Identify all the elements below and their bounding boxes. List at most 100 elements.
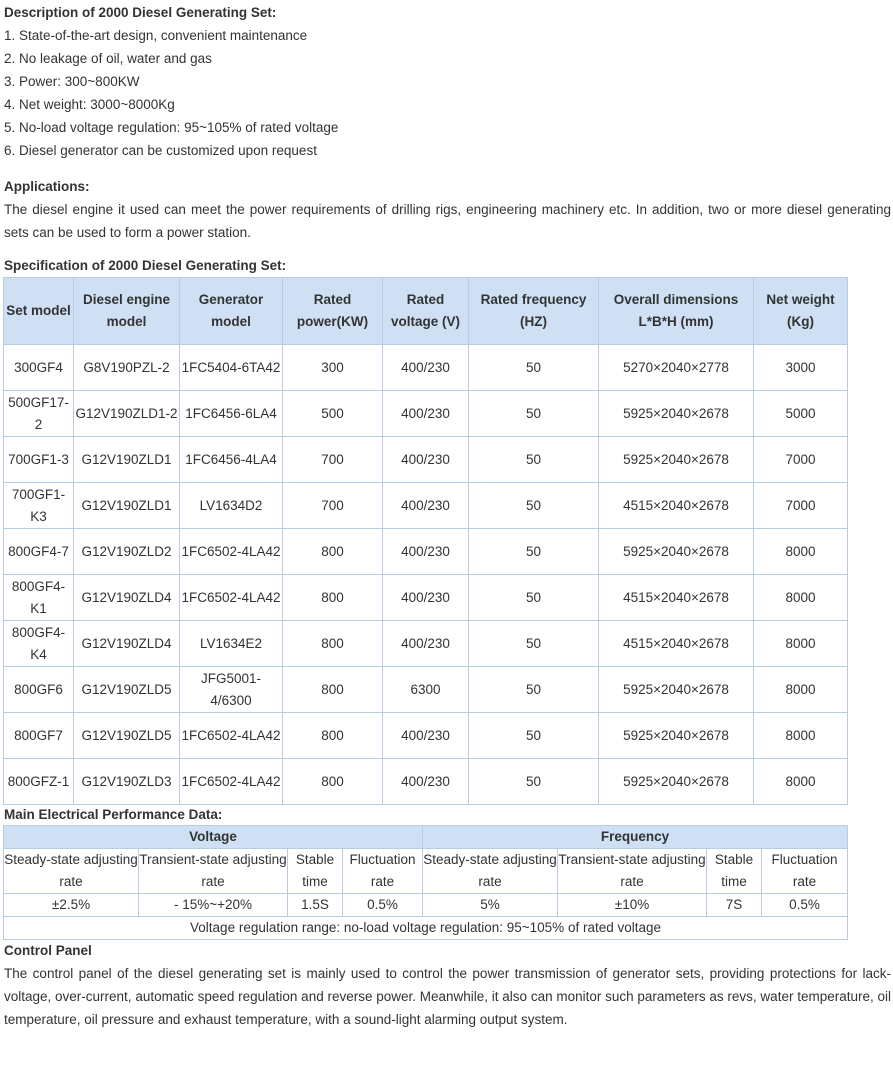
value-cell: 0.5% [761, 893, 849, 917]
table-cell: 700 [282, 436, 383, 483]
table-cell: 5925×2040×2678 [598, 712, 754, 759]
table-cell: 1FC6502-4LA42 [179, 758, 283, 805]
table-cell: 800 [282, 758, 383, 805]
table-cell: 800GF7 [3, 712, 74, 759]
table-cell: 400/230 [382, 344, 469, 391]
column-header: Diesel engine model [73, 277, 180, 345]
table-row: 700GF1-3 G12V190ZLD1 1FC6456-4LA4 700 400/23… [3, 436, 848, 483]
table-cell: 400/230 [382, 620, 469, 667]
table-cell: 50 [468, 666, 599, 713]
table-cell: G12V190ZLD1 [73, 482, 180, 529]
specification-heading: Specification of 2000 Diesel Generating … [4, 258, 287, 273]
column-header: Rated power(KW) [282, 277, 383, 345]
column-header: Overall dimensions L*B*H (mm) [598, 277, 754, 345]
applications-text: The diesel engine it used can meet the p… [4, 202, 891, 240]
document-page: Description of 2000 Diesel Generating Se… [0, 2, 893, 1066]
table-cell: G12V190ZLD5 [73, 712, 180, 759]
table-row: 300GF4 G8V190PZL-2 1FC5404-6TA42 300 400/230… [3, 344, 848, 391]
table-cell: 8000 [753, 620, 848, 667]
value-cell: ±10% [557, 893, 708, 917]
table-cell: 800GF4-K1 [3, 574, 74, 621]
table-cell: 5925×2040×2678 [598, 758, 754, 805]
description-item: 5. No-load voltage regulation: 95~105% o… [4, 120, 339, 135]
table-cell: 400/230 [382, 712, 469, 759]
table-cell: G12V190ZLD5 [73, 666, 180, 713]
subheader-cell: Transient-state adjusting rate [557, 848, 708, 894]
table-cell: 5925×2040×2678 [598, 666, 754, 713]
table-cell: 8000 [753, 666, 848, 713]
table-cell: 800GF4-7 [3, 528, 74, 575]
table-cell: 50 [468, 712, 599, 759]
subheader-cell: Transient-state adjusting rate [138, 848, 288, 894]
table-cell: 800GF6 [3, 666, 74, 713]
table-cell: 7000 [753, 482, 848, 529]
table-cell: 50 [468, 574, 599, 621]
value-cell: - 15%~+20% [138, 893, 288, 917]
table-row: 800GF4-K1 G12V190ZLD4 1FC6502-4LA42 800 400/… [3, 574, 848, 621]
specification-table: Set model Diesel engine model Generator … [3, 277, 848, 805]
table-cell: 800GF4-K4 [3, 620, 74, 667]
table-row: 500GF17-2 G12V190ZLD1-2 1FC6456-6LA4 500 400… [3, 390, 848, 437]
table-cell: 300GF4 [3, 344, 74, 391]
table-cell: G12V190ZLD1-2 [73, 390, 180, 437]
table-cell: 4515×2040×2678 [598, 482, 754, 529]
description-item: 4. Net weight: 3000~8000Kg [4, 97, 175, 112]
table-cell: 800 [282, 666, 383, 713]
table-cell: 6300 [382, 666, 469, 713]
description-item: 2. No leakage of oil, water and gas [4, 51, 212, 66]
table-cell: 800 [282, 712, 383, 759]
table-cell: G12V190ZLD4 [73, 574, 180, 621]
table-cell: 5925×2040×2678 [598, 436, 754, 483]
table-cell: G12V190ZLD1 [73, 436, 180, 483]
table-cell: 500GF17-2 [3, 390, 74, 437]
table-row: 800GF7 G12V190ZLD5 1FC6502-4LA42 800 400/230… [3, 712, 848, 759]
voltage-group-header: Voltage [2, 825, 424, 849]
subheader-cell: Stable time [706, 848, 763, 894]
frequency-group-header: Frequency [422, 825, 849, 849]
table-cell: 1FC6502-4LA42 [179, 712, 283, 759]
table-cell: 700GF1-K3 [3, 482, 74, 529]
column-header: Rated voltage (V) [382, 277, 469, 345]
description-item: 6. Diesel generator can be customized up… [4, 143, 317, 158]
table-cell: 4515×2040×2678 [598, 620, 754, 667]
table-row: 700GF1-K3 G12V190ZLD1 LV1634D2 700 400/230 50… [3, 482, 848, 529]
table-cell: LV1634E2 [179, 620, 283, 667]
table-row: 800GFZ-1 G12V190ZLD3 1FC6502-4LA42 800 400/2… [3, 758, 848, 805]
table-cell: 50 [468, 620, 599, 667]
table-cell: 8000 [753, 528, 848, 575]
table-cell: 7000 [753, 436, 848, 483]
table-cell: 8000 [753, 574, 848, 621]
column-header: Rated frequency (HZ) [468, 277, 599, 345]
table-cell: 300 [282, 344, 383, 391]
table-cell: 50 [468, 436, 599, 483]
table-cell: 700GF1-3 [3, 436, 74, 483]
table-cell: 800 [282, 574, 383, 621]
subheader-cell: Steady-state adjusting rate [422, 848, 559, 894]
table-cell: 8000 [753, 712, 848, 759]
table-cell: 1FC6502-4LA42 [179, 528, 283, 575]
applications-heading: Applications: [4, 179, 90, 194]
table-cell: G8V190PZL-2 [73, 344, 180, 391]
table-header-row: Set model Diesel engine model Generator … [3, 277, 848, 345]
table-cell: 50 [468, 390, 599, 437]
table-cell: G12V190ZLD4 [73, 620, 180, 667]
table-cell: 5925×2040×2678 [598, 390, 754, 437]
table-cell: 1FC6456-6LA4 [179, 390, 283, 437]
table-row: 800GF4-7 G12V190ZLD2 1FC6502-4LA42 800 400/2… [3, 528, 848, 575]
table-cell: 50 [468, 758, 599, 805]
subheader-cell: Stable time [287, 848, 343, 894]
table-cell: 500 [282, 390, 383, 437]
table-cell: LV1634D2 [179, 482, 283, 529]
table-row: 800GF4-K4 G12V190ZLD4 LV1634E2 800 400/230 50… [3, 620, 848, 667]
table-cell: 50 [468, 528, 599, 575]
table-cell: 5270×2040×2778 [598, 344, 754, 391]
table-cell: 1FC6456-4LA4 [179, 436, 283, 483]
value-cell: 1.5S [287, 893, 343, 917]
note-row: Voltage regulation range: no-load voltag… [2, 916, 849, 940]
table-cell: JFG5001-4/6300 [179, 666, 283, 713]
description-item: 3. Power: 300~800KW [4, 74, 140, 89]
table-cell: 400/230 [382, 390, 469, 437]
column-header: Set model [3, 277, 74, 345]
table-cell: 800 [282, 528, 383, 575]
table-cell: 50 [468, 482, 599, 529]
